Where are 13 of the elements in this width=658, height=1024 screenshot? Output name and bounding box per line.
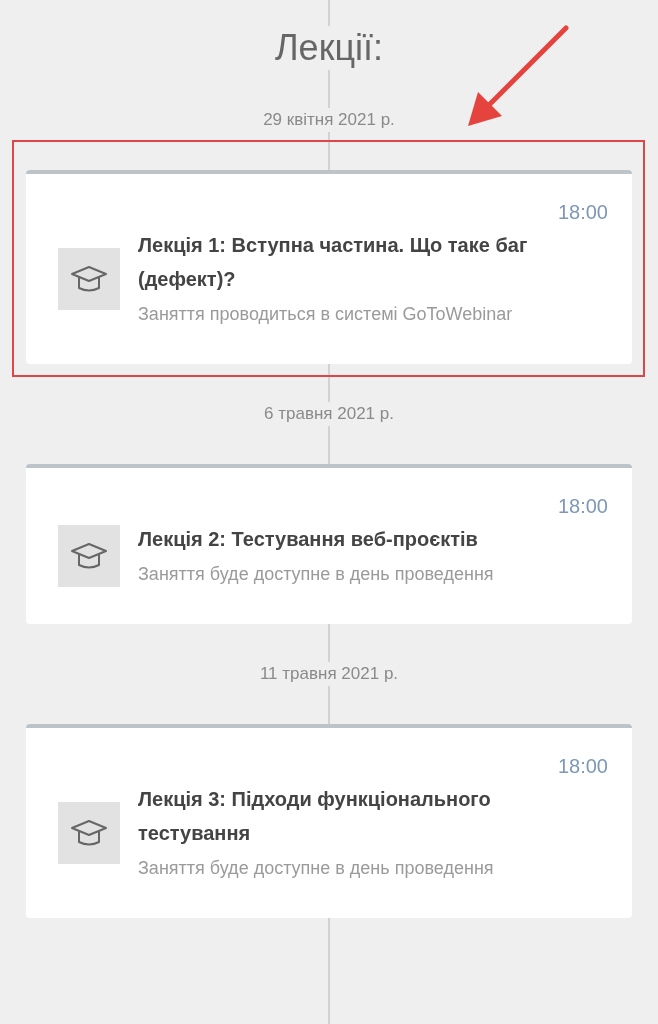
lecture-time: 18:00	[556, 200, 608, 224]
lecture-card[interactable]: 18:00 Лекція 1: Вступна частина. Що таке баг (дефект)? Заняття проводиться в системі GoToWebinar	[26, 170, 632, 364]
lecture-time: 18:00	[556, 494, 608, 518]
lecture-title: Лекція 1: Вступна частина. Що таке баг (дефект)?	[138, 233, 529, 292]
lecture-note: Заняття буде доступне в день проведення	[138, 563, 495, 586]
page-title: Лекції:	[275, 26, 383, 70]
lecture-card[interactable]: 18:00 Лекція 2: Тестування веб-проєктів Заняття буде доступне в день проведення	[26, 464, 632, 624]
lecture-note: Заняття буде доступне в день проведення	[138, 857, 495, 880]
lecture-title: Лекція 2: Тестування веб-проєктів	[138, 527, 479, 552]
lecture-note: Заняття проводиться в системі GoToWebinar	[138, 303, 514, 326]
lecture-time: 18:00	[556, 754, 608, 778]
lecture-title: Лекція 3: Підходи функціонального тестування	[138, 787, 492, 846]
lecture-card[interactable]: 18:00 Лекція 3: Підходи функціонального тестування Заняття буде доступне в день проведення	[26, 724, 632, 918]
